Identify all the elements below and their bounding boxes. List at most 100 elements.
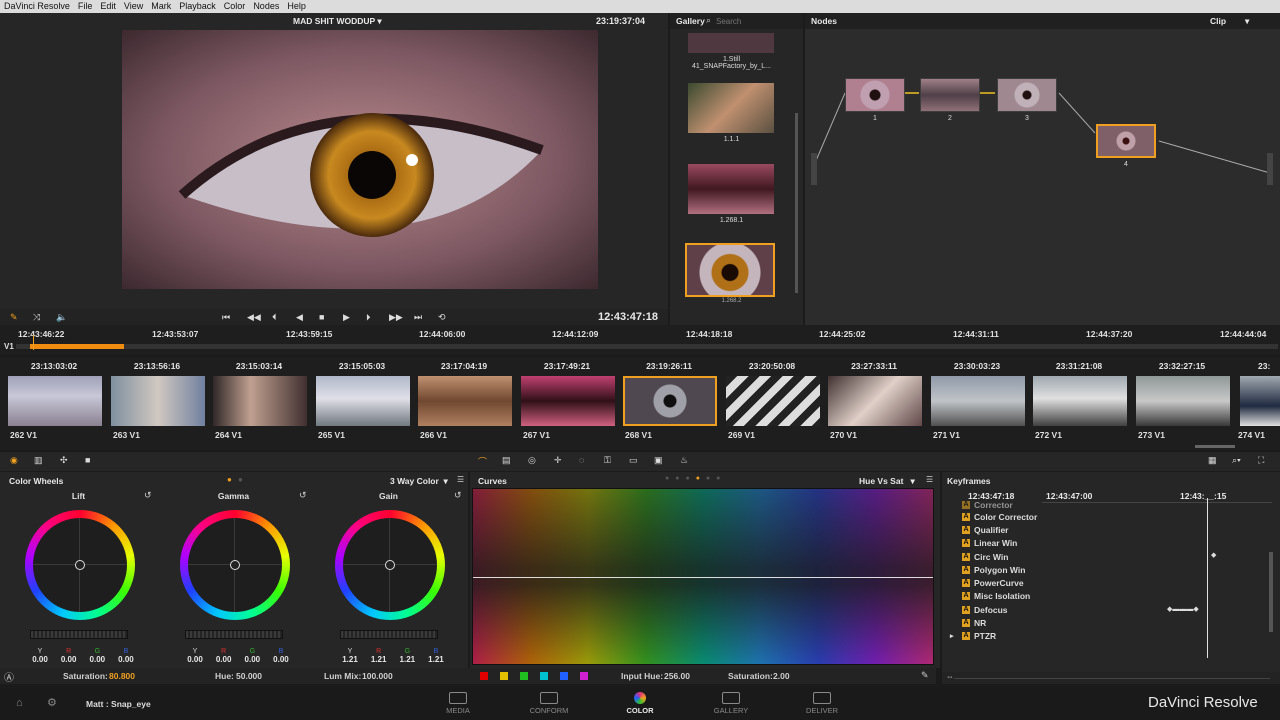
gear-icon[interactable]: ⚙ <box>47 696 57 709</box>
kf-scrollbar[interactable] <box>1269 552 1273 632</box>
fullscreen-icon[interactable]: ⛶ <box>1258 455 1264 466</box>
lock-icon[interactable]: A <box>962 513 970 521</box>
gamma-r-value[interactable]: 0.00 <box>212 655 236 664</box>
node-source-input[interactable] <box>811 153 817 185</box>
playhead[interactable] <box>33 335 34 350</box>
page-tab-deliver[interactable]: DELIVER <box>787 692 857 715</box>
clip-thumbnail[interactable]: 23:31:21:08 272 V1 <box>1029 357 1129 443</box>
blur-icon[interactable]: ◌ <box>579 455 584 465</box>
kf-track[interactable]: A Misc Isolation <box>950 591 1030 601</box>
clip-thumbnail[interactable]: 23:27:33:11 270 V1 <box>824 357 924 443</box>
curves-icon[interactable]: ⌒ <box>478 455 487 468</box>
lift-y-value[interactable]: 0.00 <box>28 655 52 664</box>
page-tab-conform[interactable]: CONFORM <box>514 692 584 715</box>
stop-icon[interactable]: ■ <box>319 312 324 322</box>
color-wheels-icon[interactable]: ◉ <box>10 455 18 466</box>
tracker-icon[interactable]: ✛ <box>554 455 562 466</box>
clip-thumbnail[interactable]: 23:20:50:08 269 V1 <box>722 357 822 443</box>
kf-track[interactable]: A NR <box>950 618 986 628</box>
kf-track[interactable]: A Corrector <box>950 500 1013 510</box>
curve-page-dots[interactable]: ●●●●●● <box>665 475 726 482</box>
sizing-icon[interactable]: ▭ <box>629 455 638 466</box>
jump-end-icon[interactable]: ⏭ <box>414 312 422 323</box>
hue-swatch-red[interactable] <box>480 672 488 680</box>
node-2[interactable] <box>920 78 980 112</box>
hue-swatch-yellow[interactable] <box>500 672 508 680</box>
clip-thumbnail-partial[interactable]: 23: 274 V1 <box>1236 357 1280 443</box>
clip-thumbnail[interactable]: 23:13:56:16 263 V1 <box>107 357 207 443</box>
gain-r-value[interactable]: 1.21 <box>367 655 391 664</box>
page-dot[interactable]: ● <box>238 475 243 484</box>
reset-icon[interactable]: ↺ <box>144 490 152 501</box>
power-window-icon[interactable]: ◎ <box>528 455 536 466</box>
gamma-master-slider[interactable] <box>185 630 283 639</box>
clip-thumbnail[interactable]: 23:32:27:15 273 V1 <box>1132 357 1232 443</box>
gamma-b-value[interactable]: 0.00 <box>269 655 293 664</box>
gallery-search-input[interactable] <box>716 15 796 27</box>
clip-thumbnail[interactable]: 23:17:04:19 266 V1 <box>414 357 514 443</box>
zoom-icon[interactable]: ⌕▾ <box>1232 455 1241 466</box>
kf-track[interactable]: A Circ Win <box>950 552 1008 562</box>
node-output[interactable] <box>1267 153 1273 185</box>
gain-g-value[interactable]: 1.21 <box>395 655 419 664</box>
hue-swatch-cyan[interactable] <box>540 672 548 680</box>
reset-icon[interactable]: ↺ <box>454 490 462 501</box>
gallery-scrollbar[interactable] <box>795 113 798 293</box>
hue-value[interactable]: 50.000 <box>236 671 262 681</box>
play-reverse-icon[interactable]: ◀ <box>296 312 303 323</box>
gamma-knob[interactable] <box>230 560 240 570</box>
curve-saturation-value[interactable]: 2.00 <box>773 671 790 681</box>
input-hue-value[interactable]: 256.00 <box>664 671 690 681</box>
clip-title-dropdown[interactable]: MAD SHIT WODDUP ▾ <box>293 16 382 27</box>
lock-icon[interactable]: A <box>962 619 970 627</box>
kf-track[interactable]: A Polygon Win <box>950 565 1025 575</box>
step-back-icon[interactable]: ◀◀ <box>247 312 261 323</box>
lock-icon[interactable]: A <box>962 566 970 574</box>
timeline-ruler[interactable]: 12:43:46:22 12:43:53:07 12:43:59:15 12:4… <box>0 325 1280 355</box>
hue-swatch-blue[interactable] <box>560 672 568 680</box>
lock-icon[interactable]: A <box>962 526 970 534</box>
menu-color[interactable]: Color <box>220 0 250 13</box>
next-frame-icon[interactable]: ⏵ <box>366 312 371 323</box>
lift-g-value[interactable]: 0.00 <box>85 655 109 664</box>
hue-swatch-green[interactable] <box>520 672 528 680</box>
gamma-wheel[interactable] <box>180 510 290 620</box>
lift-master-slider[interactable] <box>30 630 128 639</box>
gain-b-value[interactable]: 1.21 <box>424 655 448 664</box>
lift-r-value[interactable]: 0.00 <box>57 655 81 664</box>
menu-nodes[interactable]: Nodes <box>249 0 283 13</box>
expand-icon[interactable]: ▸ <box>950 632 958 640</box>
menu-playback[interactable]: Playback <box>175 0 220 13</box>
thumb-scrollbar[interactable] <box>1195 445 1235 448</box>
pencil-icon[interactable]: ✎ <box>10 312 18 323</box>
lift-b-value[interactable]: 0.00 <box>114 655 138 664</box>
page-dot[interactable]: ● <box>227 475 232 484</box>
jump-start-icon[interactable]: ⏮ <box>222 312 230 323</box>
gain-knob[interactable] <box>385 560 395 570</box>
clip-thumbnail[interactable]: 23:17:49:21 267 V1 <box>517 357 617 443</box>
auto-balance-icon[interactable]: Ⓐ <box>4 669 14 684</box>
menu-edit[interactable]: Edit <box>96 0 120 13</box>
clip-thumbnail[interactable]: 23:13:03:02 262 V1 <box>4 357 104 443</box>
key-icon[interactable]: ⚿ <box>604 455 611 466</box>
node-1[interactable] <box>845 78 905 112</box>
curve-line[interactable] <box>473 577 933 578</box>
kf-track[interactable]: ▸ A PTZR <box>950 631 996 641</box>
kf-track[interactable]: A Qualifier <box>950 525 1008 535</box>
clip-thumbnail[interactable]: 23:30:03:23 271 V1 <box>927 357 1027 443</box>
lock-icon[interactable]: A <box>962 553 970 561</box>
gallery-still-4-selected[interactable] <box>685 243 775 297</box>
keyframe-marker[interactable]: ◆▬▬▬◆ <box>1167 605 1199 613</box>
gallery-still-3[interactable] <box>688 164 774 214</box>
reset-icon[interactable]: ↺ <box>299 490 307 501</box>
gain-wheel[interactable] <box>335 510 445 620</box>
rgb-mixer-icon[interactable]: ✣ <box>60 455 68 466</box>
hue-swatch-magenta[interactable] <box>580 672 588 680</box>
kf-track[interactable]: A Defocus <box>950 605 1008 615</box>
qualifier-icon[interactable]: ▤ <box>502 455 511 466</box>
clip-thumbnail[interactable]: 23:15:05:03 265 V1 <box>312 357 412 443</box>
lock-icon[interactable]: A <box>962 592 970 600</box>
shuffle-icon[interactable]: ⤨ <box>33 312 40 323</box>
kf-track[interactable]: A Color Corrector <box>950 512 1037 522</box>
kf-zoom-slider[interactable] <box>954 678 1270 679</box>
